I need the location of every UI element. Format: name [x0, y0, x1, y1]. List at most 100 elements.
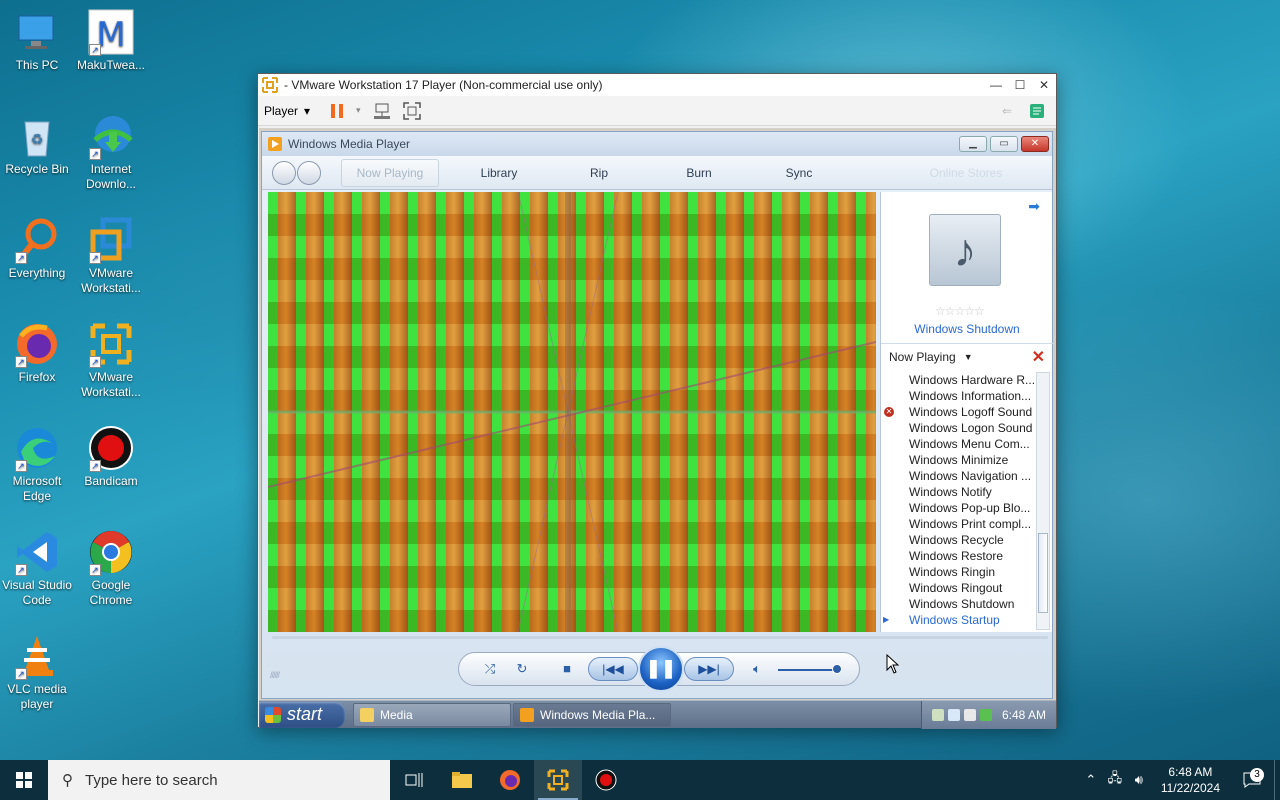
playlist-item[interactable]: Windows Restore [881, 548, 1041, 564]
playlist-item[interactable]: Windows Recycle [881, 532, 1041, 548]
fullscreen-button[interactable] [401, 101, 423, 121]
desktop-icon-vscode[interactable]: ↗ Visual Studio Code [0, 528, 74, 608]
clear-list-x-icon[interactable]: ✕ [1032, 347, 1045, 367]
rating-stars[interactable]: ☆☆☆☆☆ [935, 304, 985, 318]
suspend-pause-button[interactable] [326, 101, 348, 121]
player-menu-button[interactable]: Player ▾ [264, 104, 310, 118]
playlist-item[interactable]: ▶ Windows Startup [881, 612, 1041, 628]
taskbar-firefox[interactable] [486, 760, 534, 800]
close-button[interactable]: ✕ [1032, 78, 1056, 92]
now-playing-dropdown[interactable]: Now Playing [889, 350, 956, 364]
tab-sync[interactable]: Sync [749, 166, 849, 180]
playlist-item[interactable]: Windows Hardware R... [881, 372, 1041, 388]
power-options-chevron-icon[interactable]: ▾ [356, 105, 361, 116]
minimize-button[interactable]: — [984, 78, 1008, 92]
back-button[interactable] [272, 160, 296, 185]
previous-button[interactable]: |◀◀ [588, 657, 638, 681]
volume-icon[interactable] [963, 708, 976, 721]
tray-app-icon[interactable] [931, 708, 944, 721]
visualization-lines [268, 192, 876, 632]
desktop-icon-this-pc[interactable]: This PC [0, 8, 74, 73]
playlist-item[interactable]: Windows Notify [881, 484, 1041, 500]
taskbar-search-box[interactable]: ⚲ Type here to search [48, 760, 390, 800]
seek-bar[interactable] [272, 636, 1048, 639]
playlist-item[interactable]: Windows Pop-up Blo... [881, 500, 1041, 516]
playlist-item[interactable]: Windows Logon Sound [881, 420, 1041, 436]
task-view-icon [405, 773, 423, 787]
task-view-button[interactable] [390, 760, 438, 800]
desktop-icon-internet-download-manager[interactable]: ↗ Internet Downlo... [74, 112, 148, 192]
guest-clock[interactable]: 6:48 AM [1002, 708, 1046, 722]
taskbar-vmware-player[interactable] [534, 760, 582, 800]
now-playing-list-header: Now Playing ▼ ✕ [881, 343, 1053, 369]
guest-start-button[interactable]: start [259, 701, 345, 728]
send-ctrl-alt-del-button[interactable] [371, 101, 393, 121]
playlist-item[interactable]: Windows Ringout [881, 580, 1041, 596]
shuffle-button[interactable]: ⤮ [480, 661, 500, 677]
desktop-icon-google-chrome[interactable]: ↗ Google Chrome [74, 528, 148, 608]
desktop-icon-vmware-workstation-2[interactable]: ↗ VMware Workstati... [74, 320, 148, 400]
playlist-item[interactable]: Windows Information... [881, 388, 1041, 404]
vmware-workstation-icon: ↗ [87, 216, 135, 264]
desktop-icon-makutweaker[interactable]: M ↗ MakuTwea... [74, 8, 148, 73]
host-system-tray: ⌃ 🖧︎ 🔊︎ 6:48 AM 11/22/2024 3 [1079, 760, 1280, 800]
wmp-maximize-button[interactable]: ▭ [990, 136, 1018, 152]
desktop-icon-microsoft-edge[interactable]: ↗ Microsoft Edge [0, 424, 74, 504]
tab-online-stores[interactable]: Online Stores [916, 166, 1016, 180]
desktop-icon-bandicam[interactable]: ↗ Bandicam [74, 424, 148, 489]
playlist-item[interactable]: ✕ Windows Logoff Sound [881, 404, 1041, 420]
repeat-button[interactable]: ↻ [512, 661, 532, 677]
playlist-item[interactable]: Windows Menu Com... [881, 436, 1041, 452]
taskbar-bandicam[interactable] [582, 760, 630, 800]
wmp-title-bar[interactable]: Windows Media Player ▁ ▭ ✕ [262, 132, 1052, 156]
playlist-item[interactable]: Windows Print compl... [881, 516, 1041, 532]
chevron-down-icon: ▾ [304, 103, 311, 118]
tab-now-playing[interactable]: Now Playing [341, 158, 439, 187]
guest-task-media-folder[interactable]: Media [353, 702, 511, 727]
wmp-close-button[interactable]: ✕ [1021, 136, 1049, 152]
desktop-icon-recycle-bin[interactable]: ♻ Recycle Bin [0, 112, 74, 177]
vmware-title-bar[interactable]: - VMware Workstation 17 Player (Non-comm… [258, 74, 1056, 96]
visualization-area[interactable] [268, 192, 876, 632]
playlist-item[interactable]: Windows Minimize [881, 452, 1041, 468]
tab-rip[interactable]: Rip [549, 166, 649, 180]
network-icon[interactable] [947, 708, 960, 721]
guest-task-wmp[interactable]: Windows Media Pla... [513, 702, 671, 727]
vmware-player-window: - VMware Workstation 17 Player (Non-comm… [257, 73, 1057, 729]
notes-icon [1030, 103, 1044, 118]
windows-start-button[interactable] [0, 760, 48, 800]
desktop-icon-everything[interactable]: ↗ Everything [0, 216, 74, 281]
playlist-item[interactable]: Windows Shutdown [881, 596, 1041, 612]
desktop-icon-vlc[interactable]: ↗ VLC media player [0, 632, 74, 712]
host-clock[interactable]: 6:48 AM 11/22/2024 [1151, 764, 1230, 796]
desktop-icon-vmware-workstation[interactable]: ↗ VMware Workstati... [74, 216, 148, 296]
stop-button[interactable]: ■ [557, 661, 577, 676]
playlist-item[interactable]: Windows Navigation ... [881, 468, 1041, 484]
volume-icon[interactable]: 🔊︎ [1127, 772, 1151, 788]
library-notes-button[interactable] [1026, 101, 1048, 121]
show-desktop-button[interactable] [1274, 760, 1280, 800]
maximize-button[interactable]: ☐ [1008, 78, 1032, 92]
security-shield-icon[interactable] [979, 708, 992, 721]
mute-speaker-icon[interactable]: 🔈︎ [747, 661, 767, 677]
playlist-scrollbar[interactable] [1036, 372, 1050, 630]
wmp-minimize-button[interactable]: ▁ [959, 136, 987, 152]
pause-button[interactable]: ❚❚ [638, 646, 684, 692]
forward-button[interactable] [297, 160, 321, 185]
desktop-icon-firefox[interactable]: ↗ Firefox [0, 320, 74, 385]
volume-slider[interactable] [778, 669, 840, 671]
tab-library[interactable]: Library [449, 166, 549, 180]
folder-icon [452, 772, 472, 788]
now-playing-marker-icon: ▶ [883, 615, 890, 624]
arrow-right-icon[interactable]: ➡ [1028, 198, 1040, 215]
scrollbar-thumb[interactable] [1038, 533, 1048, 613]
chevron-up-icon[interactable]: ⌃ [1079, 772, 1103, 788]
chevron-down-icon[interactable]: ▼ [964, 352, 973, 362]
tab-burn[interactable]: Burn [649, 166, 749, 180]
next-button[interactable]: ▶▶| [684, 657, 734, 681]
playlist-item[interactable]: Windows Ringin [881, 564, 1041, 580]
volume-knob[interactable] [831, 664, 842, 674]
action-center-button[interactable]: 3 [1230, 768, 1274, 788]
network-icon[interactable]: 🖧︎ [1103, 769, 1127, 791]
taskbar-file-explorer[interactable] [438, 760, 486, 800]
